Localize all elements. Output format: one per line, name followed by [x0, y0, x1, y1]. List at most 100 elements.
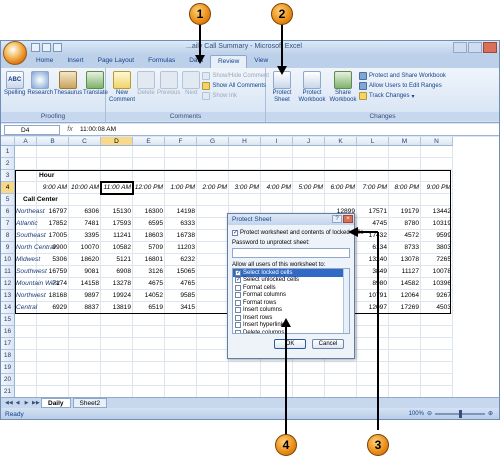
translate-button[interactable]: Translate	[83, 71, 108, 97]
dialog-close-icon[interactable]: ×	[343, 215, 353, 223]
share-workbook-button[interactable]: Share Workbook	[329, 71, 357, 104]
column-header-c[interactable]: C	[69, 137, 101, 146]
tab-review[interactable]: Review	[209, 55, 248, 68]
permissions-scrollbar[interactable]	[343, 269, 349, 333]
row-header[interactable]: 19	[1, 362, 15, 374]
unchecked-box-icon[interactable]	[235, 299, 241, 306]
column-header-l[interactable]: L	[357, 137, 389, 146]
tab-formulas[interactable]: Formulas	[141, 55, 182, 68]
checked-box-icon[interactable]: ✓	[235, 277, 241, 284]
unchecked-box-icon[interactable]	[235, 322, 241, 329]
permission-option[interactable]: Format columns	[233, 292, 349, 300]
permission-option[interactable]: Insert columns	[233, 307, 349, 315]
help-icon[interactable]: ?	[332, 215, 342, 223]
thesaurus-button[interactable]: Thesaurus	[54, 71, 82, 97]
column-header-n[interactable]: N	[421, 137, 453, 146]
row-header[interactable]: 17	[1, 338, 15, 350]
row-header[interactable]: 1	[1, 146, 15, 158]
permission-option[interactable]: Insert rows	[233, 314, 349, 322]
save-icon[interactable]	[31, 43, 40, 52]
row-header[interactable]: 16	[1, 326, 15, 338]
protect-contents-checkbox[interactable]: ✓ Protect worksheet and contents of locke…	[232, 230, 363, 236]
permissions-list[interactable]: ✓ Select locked cells ✓ Select unlocked cel…	[232, 268, 350, 334]
show-hide-comment-button[interactable]: Show/Hide Comment	[202, 72, 269, 80]
show-ink-button[interactable]: Show Ink	[202, 92, 269, 100]
maximize-button[interactable]	[468, 42, 482, 53]
tab-view[interactable]: View	[247, 55, 275, 68]
permission-option[interactable]: Insert hyperlinks	[233, 322, 349, 330]
fx-icon[interactable]: fx	[60, 126, 80, 133]
tab-page-layout[interactable]: Page Layout	[91, 55, 142, 68]
undo-icon[interactable]	[42, 43, 51, 52]
previous-comment-button[interactable]: Previous	[157, 71, 180, 97]
protect-and-share-button[interactable]: Protect and Share Workbook	[359, 72, 446, 80]
redo-icon[interactable]	[53, 43, 62, 52]
row-header[interactable]: 8	[1, 230, 15, 242]
office-button[interactable]	[3, 41, 27, 65]
sheet-tab-daily[interactable]: Daily	[41, 398, 71, 408]
column-header-m[interactable]: M	[389, 137, 421, 146]
sheet-tab-sheet2[interactable]: Sheet2	[72, 398, 108, 408]
minimize-button[interactable]	[453, 42, 467, 53]
row-header[interactable]: 4	[1, 182, 15, 194]
zoom-slider[interactable]	[434, 409, 485, 418]
column-header-a[interactable]: A	[15, 137, 37, 146]
password-input[interactable]	[232, 248, 350, 258]
select-all-corner[interactable]	[1, 137, 15, 146]
name-box[interactable]: D4	[4, 124, 60, 135]
column-header-g[interactable]: G	[197, 137, 229, 146]
row-header[interactable]: 6	[1, 206, 15, 218]
close-button[interactable]	[483, 42, 497, 53]
unchecked-box-icon[interactable]	[235, 307, 241, 314]
row-header[interactable]: 14	[1, 302, 15, 314]
row-header[interactable]: 7	[1, 218, 15, 230]
protect-workbook-button[interactable]: Protect Workbook	[297, 71, 327, 104]
show-all-comments-button[interactable]: Show All Comments	[202, 82, 269, 90]
permission-option[interactable]: Format cells	[233, 284, 349, 292]
formula-input[interactable]: 11:00:08 AM	[80, 126, 116, 133]
row-header[interactable]: 9	[1, 242, 15, 254]
next-comment-button[interactable]: Next	[182, 71, 201, 97]
row-header[interactable]: 3	[1, 170, 15, 182]
row-header[interactable]: 2	[1, 158, 15, 170]
column-header-d[interactable]: D	[101, 137, 133, 146]
spelling-button[interactable]: ABC Spelling	[4, 71, 25, 97]
row-header[interactable]: 13	[1, 290, 15, 302]
permission-option[interactable]: ✓ Select locked cells	[233, 269, 349, 277]
first-sheet-icon[interactable]: ◀◀	[5, 400, 13, 407]
column-header-k[interactable]: K	[325, 137, 357, 146]
row-header[interactable]: 10	[1, 254, 15, 266]
column-header-b[interactable]: B	[37, 137, 69, 146]
delete-comment-button[interactable]: Delete	[137, 71, 155, 97]
permission-option[interactable]: Delete columns	[233, 329, 349, 333]
ok-button[interactable]: OK	[274, 339, 306, 349]
tab-insert[interactable]: Insert	[60, 55, 90, 68]
allow-users-edit-ranges-button[interactable]: Allow Users to Edit Ranges	[359, 82, 446, 90]
zoom-in-icon[interactable]: ⊕	[488, 410, 493, 417]
unchecked-box-icon[interactable]	[235, 292, 241, 299]
column-header-h[interactable]: H	[229, 137, 261, 146]
tab-home[interactable]: Home	[29, 55, 60, 68]
unchecked-box-icon[interactable]	[235, 284, 241, 291]
row-header[interactable]: 15	[1, 314, 15, 326]
protect-sheet-button[interactable]: Protect Sheet	[269, 71, 295, 104]
cancel-button[interactable]: Cancel	[312, 339, 344, 349]
permission-option[interactable]: Format rows	[233, 299, 349, 307]
zoom-slider-knob[interactable]	[458, 409, 462, 418]
row-header[interactable]: 5	[1, 194, 15, 206]
prev-sheet-icon[interactable]: ◀	[14, 400, 21, 407]
unchecked-box-icon[interactable]	[235, 314, 241, 321]
unchecked-box-icon[interactable]	[235, 329, 241, 333]
research-button[interactable]: Research	[27, 71, 53, 97]
zoom-out-icon[interactable]: ⊖	[427, 410, 432, 417]
column-header-f[interactable]: F	[165, 137, 197, 146]
next-sheet-icon[interactable]: ▶	[23, 400, 30, 407]
new-comment-button[interactable]: New Comment	[109, 71, 135, 104]
track-changes-button[interactable]: Track Changes ▾	[359, 92, 446, 100]
last-sheet-icon[interactable]: ▶▶	[32, 400, 40, 407]
column-header-e[interactable]: E	[133, 137, 165, 146]
row-header[interactable]: 11	[1, 266, 15, 278]
column-header-j[interactable]: J	[293, 137, 325, 146]
row-header[interactable]: 12	[1, 278, 15, 290]
row-header[interactable]: 18	[1, 350, 15, 362]
